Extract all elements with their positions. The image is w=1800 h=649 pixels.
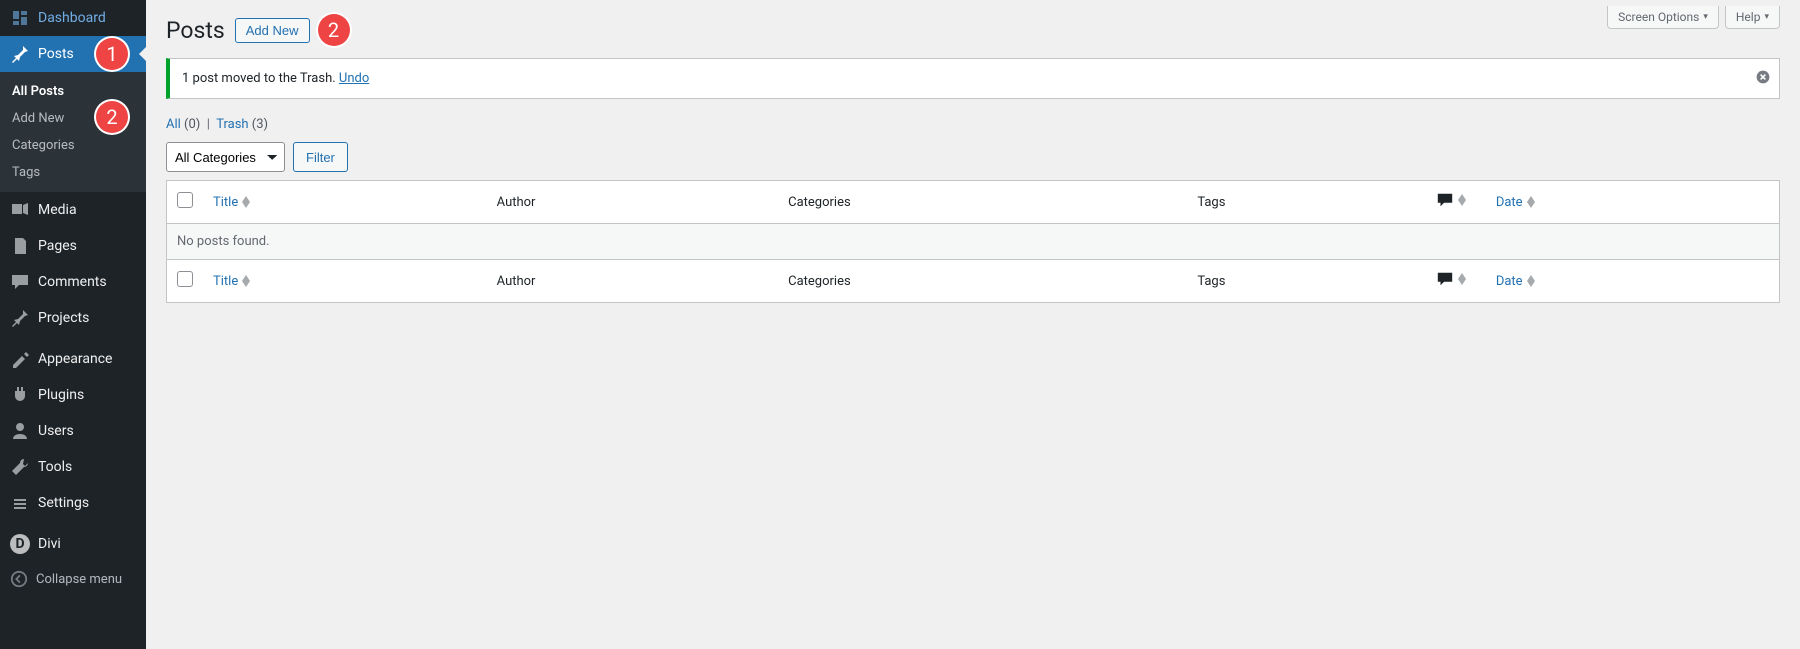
filter-all-count: (0): [184, 117, 200, 132]
filter-all-link[interactable]: All: [166, 117, 181, 132]
page-title: Posts: [166, 17, 225, 44]
sidebar-sub-addnew[interactable]: Add New 2: [0, 105, 146, 132]
sidebar-sub-categories[interactable]: Categories: [0, 132, 146, 159]
appearance-icon: [10, 349, 30, 369]
select-all-bottom[interactable]: [177, 271, 193, 287]
pin-icon: [10, 44, 30, 64]
category-filter-select[interactable]: All Categories: [166, 142, 285, 172]
sidebar-sub-addnew-label: Add New: [12, 111, 64, 126]
sidebar-item-projects[interactable]: Projects: [0, 300, 146, 336]
notice-dismiss[interactable]: [1755, 69, 1771, 89]
sidebar-submenu-posts: All Posts Add New 2 Categories Tags: [0, 72, 146, 192]
pages-icon: [10, 236, 30, 256]
col-tags-foot: Tags: [1187, 260, 1426, 303]
no-items-row: No posts found.: [167, 224, 1780, 260]
col-title[interactable]: Title: [203, 181, 487, 224]
comment-bubble-icon: [1436, 270, 1454, 288]
tools-icon: [10, 457, 30, 477]
sidebar-item-posts[interactable]: Posts 1: [0, 36, 146, 72]
col-author: Author: [487, 181, 778, 224]
col-author-foot: Author: [487, 260, 778, 303]
close-icon: [1755, 69, 1771, 85]
notice-trash: 1 post moved to the Trash. Undo: [166, 58, 1780, 99]
sidebar-item-plugins[interactable]: Plugins: [0, 377, 146, 413]
filter-trash-link[interactable]: Trash: [216, 117, 248, 132]
select-all-top[interactable]: [177, 192, 193, 208]
sort-indicator-icon: [242, 196, 250, 208]
sidebar-item-pages[interactable]: Pages: [0, 228, 146, 264]
sidebar-item-appearance[interactable]: Appearance: [0, 341, 146, 377]
sidebar-sub-allposts[interactable]: All Posts: [0, 78, 146, 105]
col-date[interactable]: Date: [1486, 181, 1780, 224]
sidebar-item-comments[interactable]: Comments: [0, 264, 146, 300]
collapse-icon: [10, 570, 28, 588]
sidebar-label-posts: Posts: [38, 46, 74, 62]
sidebar-label-dashboard: Dashboard: [38, 10, 106, 26]
dashboard-icon: [10, 8, 30, 28]
sidebar-item-settings[interactable]: Settings: [0, 485, 146, 521]
col-comments[interactable]: [1426, 181, 1486, 224]
sidebar-item-users[interactable]: Users: [0, 413, 146, 449]
users-icon: [10, 421, 30, 441]
col-comments-foot[interactable]: [1426, 260, 1486, 303]
notice-text: 1 post moved to the Trash.: [182, 71, 336, 86]
projects-icon: [10, 308, 30, 328]
col-tags: Tags: [1187, 181, 1426, 224]
filter-trash-count: (3): [252, 117, 268, 132]
settings-icon: [10, 493, 30, 513]
col-date-foot[interactable]: Date: [1486, 260, 1780, 303]
sidebar-item-dashboard[interactable]: Dashboard: [0, 0, 146, 36]
annotation-badge-1: 1: [96, 38, 128, 70]
sidebar-item-tools[interactable]: Tools: [0, 449, 146, 485]
col-categories: Categories: [778, 181, 1187, 224]
divi-icon: D: [10, 534, 30, 554]
plugins-icon: [10, 385, 30, 405]
filter-button[interactable]: Filter: [293, 142, 348, 172]
col-categories-foot: Categories: [778, 260, 1187, 303]
comments-icon: [10, 272, 30, 292]
sidebar-sub-tags[interactable]: Tags: [0, 159, 146, 186]
sidebar-item-media[interactable]: Media: [0, 192, 146, 228]
sidebar-collapse[interactable]: Collapse menu: [0, 562, 146, 596]
sidebar-item-divi[interactable]: D Divi: [0, 526, 146, 562]
comment-bubble-icon: [1436, 191, 1454, 209]
notice-undo-link[interactable]: Undo: [339, 71, 369, 86]
annotation-badge-2-sidebar: 2: [96, 101, 128, 133]
media-icon: [10, 200, 30, 220]
annotation-badge-2-header: 2: [318, 14, 350, 46]
posts-table: Title Author Categories Tags Date No pos…: [166, 180, 1780, 303]
add-new-button[interactable]: Add New: [235, 18, 310, 43]
col-title-foot[interactable]: Title: [203, 260, 487, 303]
